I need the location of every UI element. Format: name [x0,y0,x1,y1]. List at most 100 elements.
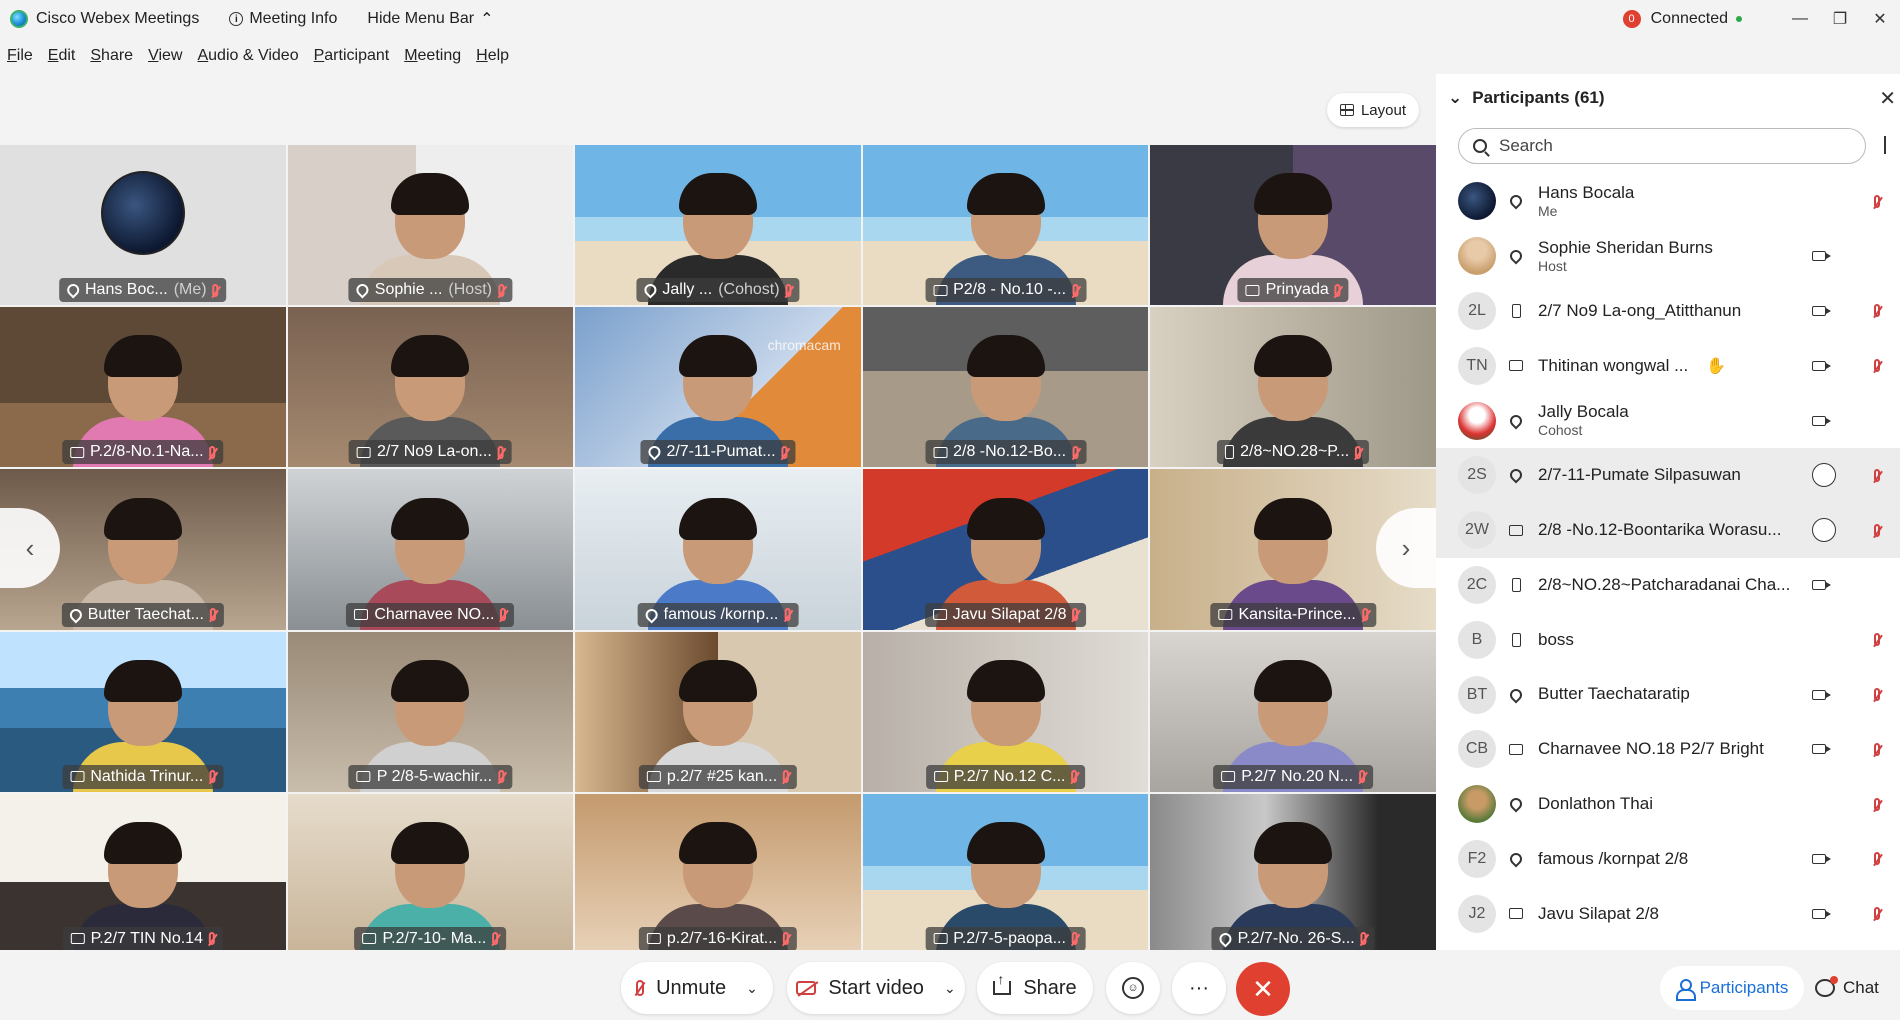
muted-mic-icon[interactable] [1874,852,1880,866]
avatar [1458,182,1496,221]
connection-badge-icon[interactable]: 0 [1622,10,1641,28]
video-tile[interactable]: 2/8 -No.12-Bo... [862,307,1149,468]
menu-participant[interactable]: Participant [314,47,390,65]
meeting-info-button[interactable]: i Meeting Info [229,10,337,28]
participant-row[interactable]: F2 famous /kornpat 2/8 [1436,832,1900,887]
muted-mic-icon[interactable] [1874,797,1880,811]
video-tile[interactable]: Charnavee NO... [287,469,574,630]
video-tile[interactable]: P.2/7 No.20 N... [1150,631,1436,792]
computer-icon [1221,771,1236,783]
participant-row[interactable]: BT Butter Taechataratip [1436,667,1900,722]
computer-icon [1509,743,1523,755]
camera-icon [1812,579,1831,590]
headset-icon [1507,192,1525,210]
muted-mic-icon[interactable] [1874,742,1880,756]
reactions-button[interactable]: ☺ [1106,962,1160,1014]
avatar: 2L [1458,291,1496,330]
video-tile[interactable]: P.2/8-No.1-Na... [0,307,286,468]
start-video-button[interactable]: Start video ⌄ [787,962,965,1014]
muted-icon [209,608,216,622]
menu-view[interactable]: View [148,47,182,65]
menu-help[interactable]: Help [476,47,509,65]
video-tile[interactable]: p.2/7-16-Kirat... [575,793,861,954]
panel-header[interactable]: ⌄ Participants (61) [1448,88,1605,108]
video-tile[interactable]: 2/8~NO.28~P... [1150,307,1436,468]
participant-row[interactable]: 2C 2/8~NO.28~Patcharadanai Cha... [1436,558,1900,613]
video-tile[interactable]: famous /kornp... [575,469,861,630]
participant-row[interactable]: Hans Bocala Me [1436,174,1900,229]
participant-row[interactable]: J2 Javu Silapat 2/8 [1436,886,1900,941]
video-tile[interactable]: P.2/7-5-paopa... [862,793,1149,954]
video-tile[interactable]: P 2/8-5-wachir... [287,631,574,792]
more-options-button[interactable]: ··· [1172,962,1226,1014]
video-tile[interactable]: Javu Silapat 2/8 [862,469,1149,630]
video-tile[interactable]: Hans Boc... (Me) [0,145,286,306]
video-tile[interactable]: Nathida Trinur... [0,631,286,792]
close-window-button[interactable]: ✕ [1860,9,1900,29]
video-tile[interactable]: P.2/7-10- Ma... [287,793,574,954]
participant-row[interactable]: 2W 2/8 -No.12-Boontarika Worasu... [1436,502,1900,558]
tile-role: (Host) [448,281,492,299]
connection-state [1506,466,1526,484]
name-tag: Jally ... (Cohost) [636,278,800,303]
menu-audio-video[interactable]: Audio & Video [197,47,298,65]
hide-menu-bar-button[interactable]: Hide Menu Bar ⌃ [367,9,493,29]
video-tile[interactable]: Jally ... (Cohost) [575,145,861,306]
layout-button[interactable]: Layout [1327,93,1419,127]
participant-row[interactable]: 2L 2/7 No9 La-ong_Atitthanun [1436,284,1900,339]
participant-row[interactable]: Sophie Sheridan Burns Host [1436,229,1900,284]
video-tile[interactable]: chromacam 2/7-11-Pumat... [575,307,861,468]
participants-icon [1675,979,1696,1001]
menu-meeting[interactable]: Meeting [404,47,461,65]
menu-share[interactable]: Share [90,47,133,65]
video-grid: Hans Boc... (Me) Sophie ... (Host) Jally… [0,145,1436,954]
muted-mic-icon[interactable] [1874,688,1880,702]
leave-meeting-button[interactable]: ✕ [1236,962,1290,1016]
chat-tab-button[interactable]: Chat [1815,966,1879,1010]
video-tile[interactable]: Sophie ... (Host) [287,145,574,306]
minimize-button[interactable]: — [1780,10,1820,28]
muted-mic-icon[interactable] [1874,468,1880,482]
video-tile[interactable]: 2/7 No9 La-on... [287,307,574,468]
name-tag: 2/8 -No.12-Bo... [925,440,1087,465]
muted-mic-icon[interactable] [1874,359,1880,373]
muted-mic-icon[interactable] [1874,304,1880,318]
muted-mic-icon[interactable] [1874,633,1880,647]
video-tile[interactable]: Prinyada [1150,145,1436,306]
participant-search-input[interactable]: Search [1458,128,1866,164]
muted-mic-icon[interactable] [1874,523,1880,537]
muted-icon [1360,932,1367,946]
video-tile[interactable]: P2/8 - No.10 -... [862,145,1149,306]
video-tile[interactable]: P.2/7-No. 26-S... [1150,793,1436,954]
sort-icon[interactable] [1884,136,1900,154]
participant-name: boss [1538,629,1574,649]
participant-row[interactable]: Jally Bocala Cohost [1436,393,1900,448]
video-tile[interactable]: p.2/7 #25 kan... [575,631,861,792]
close-panel-button[interactable]: ✕ [1879,86,1896,111]
share-button[interactable]: Share [977,962,1093,1014]
participant-row[interactable]: 2S 2/7-11-Pumate Silpasuwan [1436,447,1900,503]
video-tile[interactable]: P.2/7 TIN No.14 [0,793,286,954]
chat-participant-button[interactable] [1812,463,1836,488]
participants-tab-label: Participants [1699,978,1789,997]
participants-tab-button[interactable]: Participants [1660,966,1804,1010]
unmute-button[interactable]: Unmute ⌄ [621,962,773,1014]
participant-info: 2/8~NO.28~Patcharadanai Cha... [1538,575,1790,595]
video-options-chevron-icon[interactable]: ⌄ [944,980,956,997]
headset-icon [64,281,82,299]
muted-mic-icon[interactable] [1874,907,1880,921]
participant-name: 2/8~NO.28~Patcharadanai Cha... [1538,574,1791,594]
participant-row[interactable]: CB Charnavee NO.18 P2/7 Bright [1436,722,1900,777]
computer-icon [1509,524,1523,536]
participant-row[interactable]: TN Thitinan wongwal ... ✋ [1436,338,1900,393]
menu-edit[interactable]: Edit [48,47,76,65]
computer-icon [70,446,85,458]
participant-row[interactable]: Donlathon Thai [1436,777,1900,832]
menu-file[interactable]: File [7,47,33,65]
restore-button[interactable]: ❐ [1820,9,1860,29]
muted-mic-icon[interactable] [1874,194,1880,208]
video-tile[interactable]: P.2/7 No.12 C... [862,631,1149,792]
chat-participant-button[interactable] [1812,518,1836,543]
audio-options-chevron-icon[interactable]: ⌄ [746,980,758,997]
participant-row[interactable]: B boss [1436,612,1900,667]
